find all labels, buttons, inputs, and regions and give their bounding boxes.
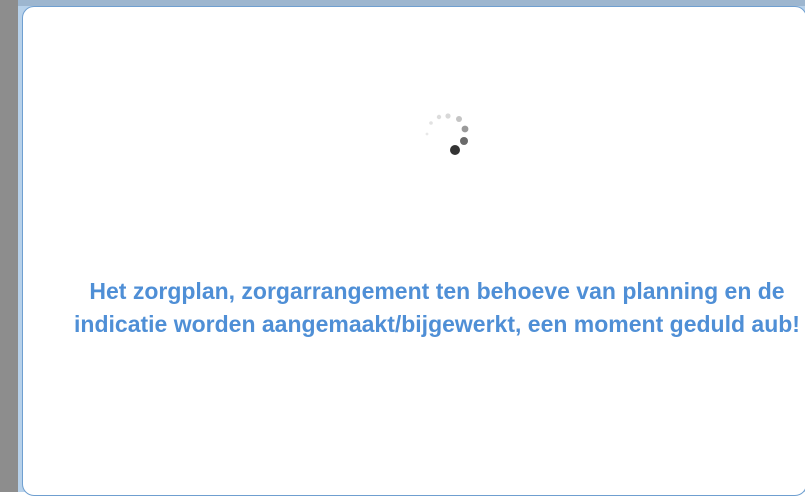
window-left-strip	[0, 0, 18, 492]
loading-spinner-icon	[425, 113, 469, 155]
loading-message: Het zorgplan, zorgarrangement ten behoev…	[74, 278, 800, 337]
loading-dialog: Het zorgplan, zorgarrangement ten behoev…	[22, 6, 805, 496]
